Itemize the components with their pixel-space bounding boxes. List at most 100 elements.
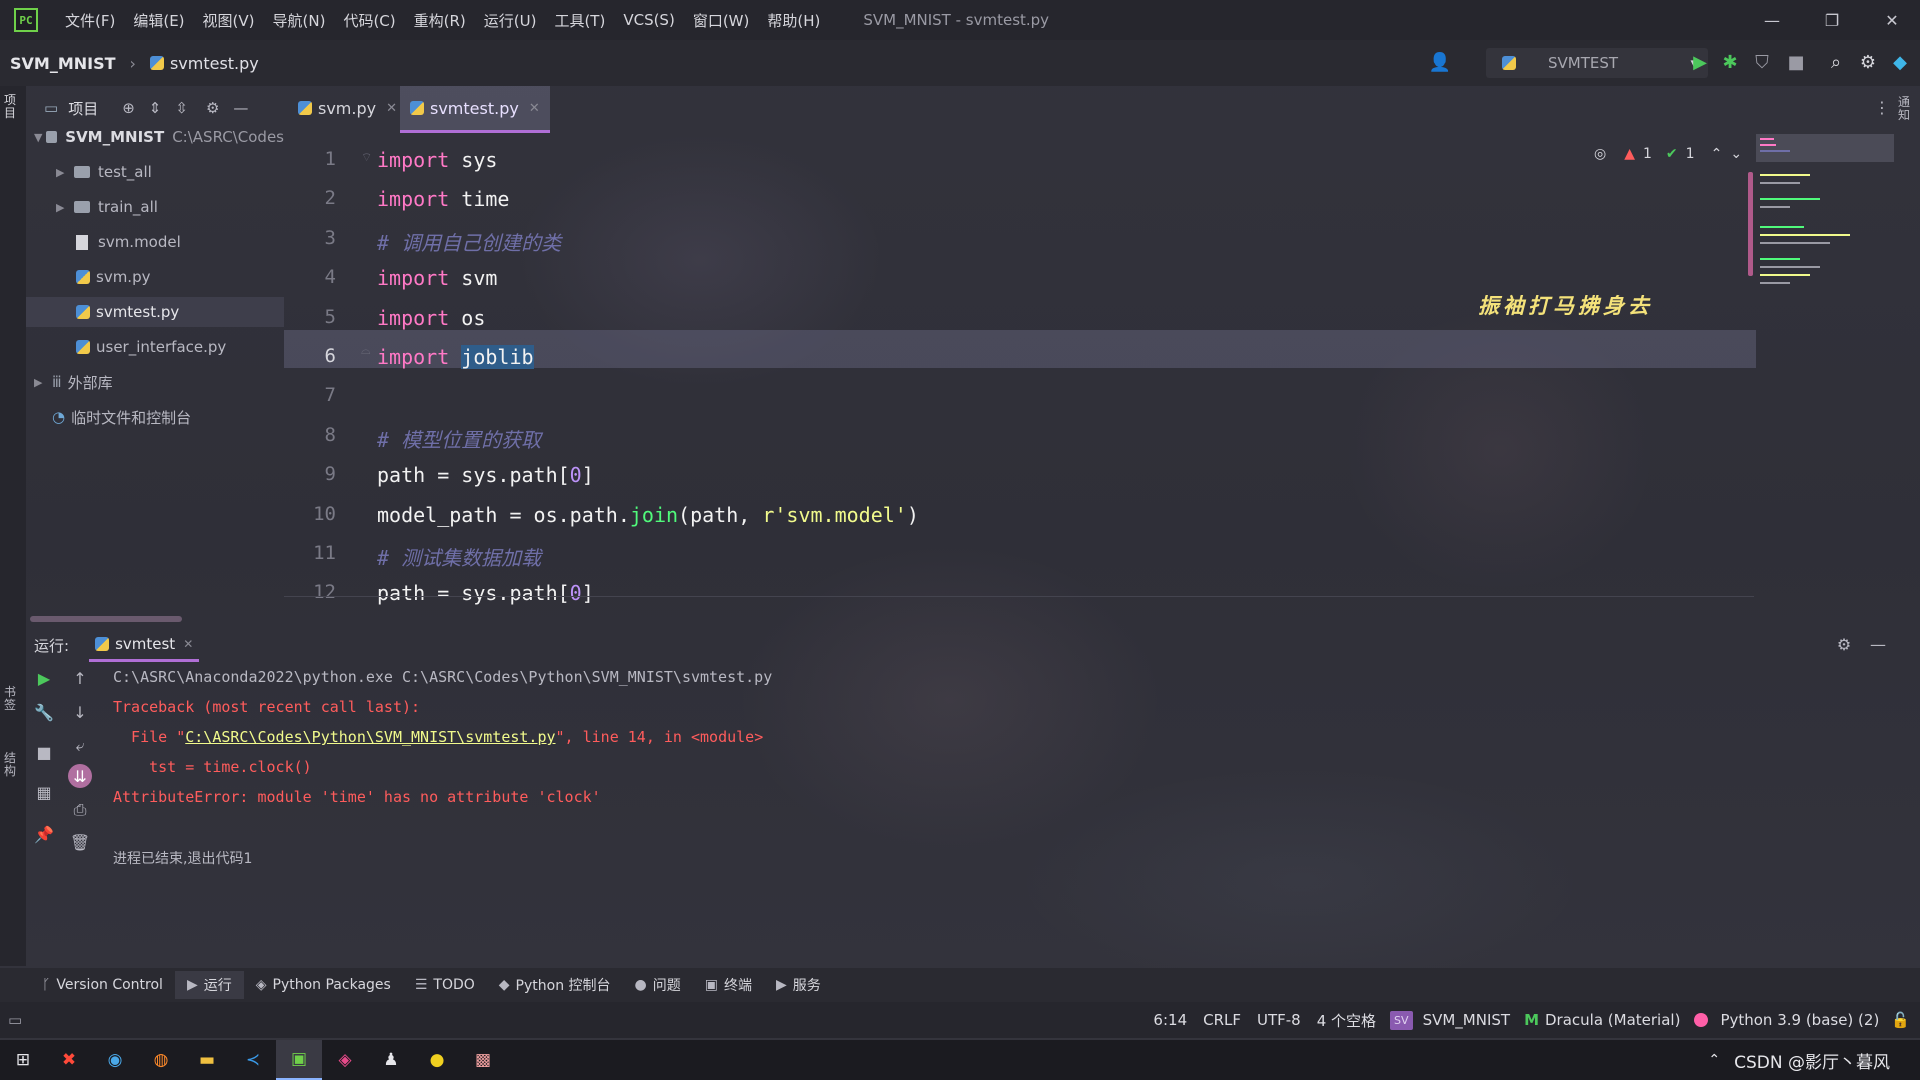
hide-icon[interactable]: — bbox=[1866, 632, 1890, 656]
tree-item-svm-py[interactable]: svm.py bbox=[76, 262, 150, 292]
tool-version-control[interactable]: ᚴ Version Control bbox=[30, 971, 175, 999]
interpreter[interactable]: Python 3.9 (base) (2) bbox=[1720, 1011, 1879, 1029]
tool-todo[interactable]: ☰ TODO bbox=[403, 971, 487, 999]
console-file-link[interactable]: C:\ASRC\Codes\Python\SVM_MNIST\svmtest.p… bbox=[185, 728, 555, 746]
eye-off-icon[interactable]: ◎ bbox=[1594, 146, 1606, 162]
menu-help[interactable]: 帮助(H) bbox=[758, 10, 829, 31]
tree-item-scratches[interactable]: ◔ 临时文件和控制台 bbox=[52, 402, 191, 432]
theme-name[interactable]: Dracula (Material) bbox=[1545, 1011, 1680, 1029]
tab-svm-py[interactable]: svm.py ✕ bbox=[288, 86, 407, 130]
close-icon[interactable]: ✕ bbox=[529, 101, 540, 116]
vscode-icon[interactable]: ≺ bbox=[230, 1040, 276, 1080]
app-icon[interactable]: ◈ bbox=[322, 1040, 368, 1080]
caret-position[interactable]: 6:14 bbox=[1153, 1011, 1187, 1029]
windows-start-icon[interactable]: ⊞ bbox=[0, 1040, 46, 1080]
close-icon[interactable]: ✕ bbox=[386, 101, 397, 116]
gear-icon[interactable]: ⚙ bbox=[1856, 50, 1880, 74]
coverage-icon[interactable]: ⛉ bbox=[1750, 50, 1774, 74]
minimize-button[interactable]: — bbox=[1748, 0, 1796, 40]
stop-icon[interactable]: ■ bbox=[32, 740, 56, 764]
tree-item-train-all[interactable]: ▶ train_all bbox=[56, 192, 158, 222]
app-icon[interactable]: ● bbox=[414, 1040, 460, 1080]
rerun-icon[interactable]: ▶ bbox=[32, 666, 56, 690]
gear-icon[interactable]: ⚙ bbox=[1832, 632, 1856, 656]
menu-run[interactable]: 运行(U) bbox=[475, 10, 546, 31]
menu-vcs[interactable]: VCS(S) bbox=[614, 11, 683, 29]
collapse-all-icon[interactable]: ⇳ bbox=[175, 99, 188, 117]
arrow-up-icon[interactable]: ↑ bbox=[68, 666, 92, 690]
user-icon[interactable]: 👤 bbox=[1428, 50, 1452, 74]
pin-icon[interactable]: 📌 bbox=[32, 822, 56, 846]
file-explorer-icon[interactable]: ▬ bbox=[184, 1040, 230, 1080]
menu-code[interactable]: 代码(C) bbox=[334, 10, 404, 31]
code-editor[interactable]: 1 2 3 4 5 6 7 8 9 10 11 12 import sys import time # 调… bbox=[284, 140, 1754, 605]
more-tabs-icon[interactable]: ⋮ bbox=[1874, 98, 1890, 117]
layout-icon[interactable]: ▦ bbox=[32, 780, 56, 804]
structure-tool-button[interactable]: 结构 bbox=[4, 752, 22, 778]
arrow-down-icon[interactable]: ↓ bbox=[68, 700, 92, 724]
editor-scrollbar[interactable] bbox=[1748, 172, 1753, 276]
browser-icon[interactable]: ◉ bbox=[92, 1040, 138, 1080]
print-icon[interactable]: ⎙ bbox=[68, 798, 92, 822]
menu-file[interactable]: 文件(F) bbox=[56, 10, 124, 31]
app-icon[interactable]: ▩ bbox=[460, 1040, 506, 1080]
menu-edit[interactable]: 编辑(E) bbox=[124, 10, 193, 31]
wrench-icon[interactable]: 🔧 bbox=[32, 700, 56, 724]
menu-tools[interactable]: 工具(T) bbox=[545, 10, 614, 31]
fold-icon[interactable]: ⌔ bbox=[361, 150, 372, 165]
breadcrumb-file[interactable]: svmtest.py bbox=[170, 54, 259, 73]
menu-navigate[interactable]: 导航(N) bbox=[264, 10, 335, 31]
project-panel-title[interactable]: 项目 bbox=[68, 98, 98, 119]
gear-icon[interactable]: ⚙ bbox=[206, 99, 219, 117]
locate-icon[interactable]: ⊕ bbox=[122, 99, 135, 117]
run-console-output[interactable]: C:\ASRC\Anaconda2022\python.exe C:\ASRC\… bbox=[113, 664, 1903, 884]
tree-item-svmtest-py[interactable]: svmtest.py bbox=[26, 297, 284, 327]
run-tab-svmtest[interactable]: svmtest ✕ bbox=[89, 628, 200, 662]
xmind-icon[interactable]: ✖ bbox=[46, 1040, 92, 1080]
inspection-widget[interactable]: ◎ ▲ 1 ✔ 1 ⌃ ⌄ bbox=[1594, 142, 1742, 166]
bookmarks-tool-button[interactable]: 书签 bbox=[4, 686, 22, 712]
indent-setting[interactable]: 4 个空格 bbox=[1317, 1010, 1376, 1031]
tool-terminal[interactable]: ▣ 终端 bbox=[693, 971, 764, 999]
menu-window[interactable]: 窗口(W) bbox=[684, 10, 759, 31]
code-minimap[interactable] bbox=[1756, 134, 1894, 314]
tool-problems[interactable]: ● 问题 bbox=[623, 971, 693, 999]
restore-button[interactable]: ❐ bbox=[1808, 0, 1856, 40]
breadcrumb-project[interactable]: SVM_MNIST bbox=[10, 54, 116, 73]
tool-run[interactable]: ▶ 运行 bbox=[174, 971, 244, 999]
file-encoding[interactable]: UTF-8 bbox=[1257, 1011, 1301, 1029]
tool-python-packages[interactable]: ◈ Python Packages bbox=[244, 971, 403, 999]
run-icon[interactable]: ▶ bbox=[1688, 50, 1712, 74]
tree-item-test-all[interactable]: ▶ test_all bbox=[56, 157, 152, 187]
close-button[interactable]: ✕ bbox=[1868, 0, 1916, 40]
menu-refactor[interactable]: 重构(R) bbox=[405, 10, 475, 31]
tool-services[interactable]: ▶ 服务 bbox=[764, 971, 833, 999]
tree-item-svm-model[interactable]: svm.model bbox=[76, 227, 181, 257]
chevron-up-icon[interactable]: ⌃ bbox=[1711, 146, 1723, 162]
project-tool-button[interactable]: 项目 bbox=[4, 94, 22, 120]
tab-svmtest-py[interactable]: svmtest.py ✕ bbox=[400, 86, 550, 133]
horizontal-scrollbar[interactable] bbox=[30, 616, 182, 622]
run-config-select[interactable]: SVMTEST ▾ bbox=[1486, 48, 1708, 78]
toggle-tool-windows-icon[interactable]: ▭ bbox=[8, 1011, 22, 1029]
line-separator[interactable]: CRLF bbox=[1203, 1011, 1241, 1029]
qq-icon[interactable]: ♟ bbox=[368, 1040, 414, 1080]
firefox-icon[interactable]: ◍ bbox=[138, 1040, 184, 1080]
debug-icon[interactable]: ✱ bbox=[1718, 50, 1742, 74]
scroll-to-end-icon[interactable]: ⇊ bbox=[68, 764, 92, 788]
tray-chevron-up-icon[interactable]: ⌃ bbox=[1708, 1052, 1720, 1068]
fold-end-icon[interactable]: ⌓ bbox=[361, 343, 371, 358]
trash-icon[interactable]: 🗑 bbox=[68, 830, 92, 854]
project-name[interactable]: SVM_MNIST bbox=[1423, 1011, 1511, 1029]
tree-item-user-interface-py[interactable]: user_interface.py bbox=[76, 332, 226, 362]
lock-icon[interactable]: 🔓 bbox=[1891, 1011, 1910, 1029]
search-icon[interactable]: ⌕ bbox=[1824, 50, 1848, 74]
stop-icon[interactable]: ■ bbox=[1784, 50, 1808, 74]
expand-all-icon[interactable]: ⇕ bbox=[149, 99, 162, 117]
chevron-down-icon[interactable]: ⌄ bbox=[1730, 146, 1742, 162]
hide-icon[interactable]: — bbox=[233, 99, 248, 117]
tree-item-external-libraries[interactable]: ▶ ⅲ 外部库 bbox=[34, 367, 113, 397]
plugin-icon[interactable]: ◆ bbox=[1888, 50, 1912, 74]
tree-root[interactable]: ▼ SVM_MNIST C:\ASRC\Codes bbox=[34, 122, 284, 152]
menu-view[interactable]: 视图(V) bbox=[194, 10, 264, 31]
